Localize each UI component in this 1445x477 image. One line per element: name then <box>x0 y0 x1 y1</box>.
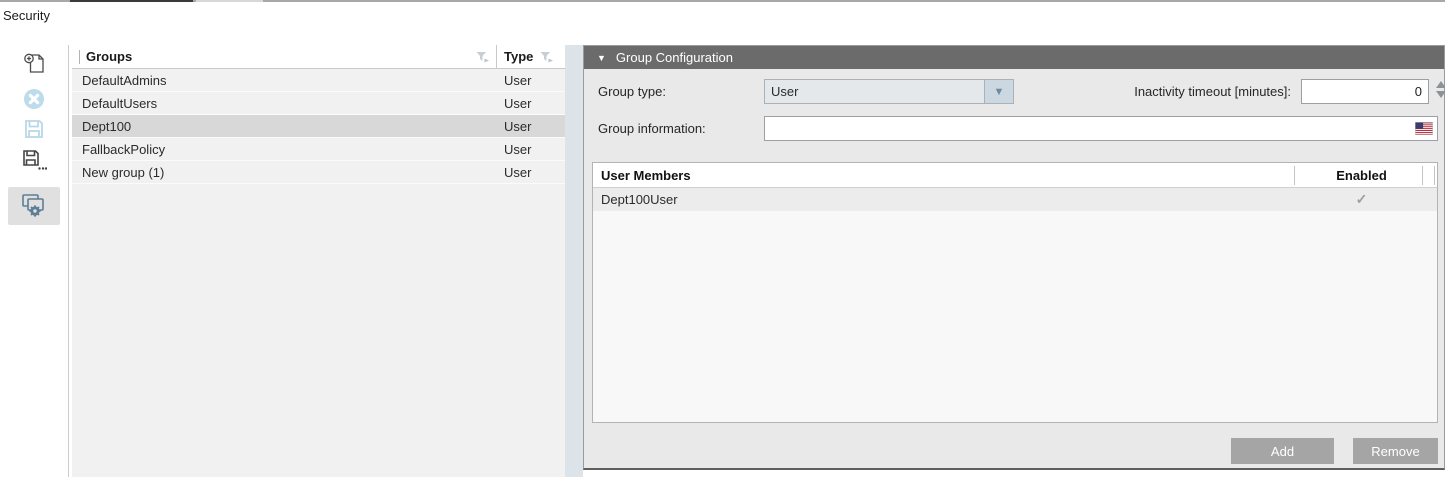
user-members-header: User Members Enabled <box>593 163 1437 188</box>
member-rows: Dept100User ✓ <box>593 188 1437 211</box>
filter-funnel-icon[interactable] <box>540 51 554 67</box>
table-row[interactable]: DefaultUsers User <box>72 92 565 115</box>
group-type: User <box>504 119 531 134</box>
inactivity-timeout-label: Inactivity timeout [minutes]: <box>1034 84 1291 99</box>
save-as-icon <box>22 149 47 176</box>
delete-group-button[interactable] <box>14 85 54 115</box>
column-resize-handle[interactable] <box>79 50 80 64</box>
filter-funnel-icon[interactable] <box>476 51 490 67</box>
user-group-settings-button[interactable] <box>8 187 60 225</box>
save-button[interactable] <box>14 115 54 145</box>
member-name: Dept100User <box>601 192 678 207</box>
enabled-column-header: Enabled <box>1301 168 1422 183</box>
us-flag-icon <box>1415 122 1433 138</box>
top-divider-light-segment <box>196 0 263 2</box>
table-row[interactable]: FallbackPolicy User <box>72 138 565 161</box>
enabled-checkbox[interactable]: ✓ <box>1301 191 1422 208</box>
delete-icon <box>23 88 45 113</box>
table-row[interactable]: DefaultAdmins User <box>72 69 565 92</box>
column-divider <box>496 45 497 69</box>
add-button[interactable]: Add <box>1231 438 1334 464</box>
new-group-button[interactable] <box>14 50 54 80</box>
panel-splitter[interactable] <box>565 45 583 477</box>
group-type: User <box>504 96 531 111</box>
chevron-down-icon: ▼ <box>994 86 1005 98</box>
group-name: New group (1) <box>82 165 164 180</box>
group-type: User <box>504 142 531 157</box>
group-type-value: User <box>765 84 984 99</box>
column-divider <box>1434 166 1435 185</box>
spinner-down-icon[interactable] <box>1436 91 1445 98</box>
page-title: Security <box>3 8 50 23</box>
group-name: Dept100 <box>82 119 131 134</box>
type-column-header: Type <box>504 49 533 64</box>
group-configuration-panel: ▼ Group Configuration Group type: User ▼… <box>583 45 1445 470</box>
groups-table: Groups Type DefaultAdmins User DefaultUs… <box>72 45 565 477</box>
group-name: DefaultUsers <box>82 96 157 111</box>
save-as-button[interactable] <box>14 147 54 177</box>
collapse-triangle-icon[interactable]: ▼ <box>597 53 606 63</box>
dropdown-arrow-button[interactable]: ▼ <box>984 80 1013 103</box>
new-item-icon <box>23 52 46 78</box>
group-configuration-header[interactable]: ▼ Group Configuration <box>584 46 1444 69</box>
user-group-settings-icon <box>20 192 48 221</box>
group-information-input[interactable] <box>764 116 1438 141</box>
toolbar-sidebar <box>0 45 69 477</box>
groups-rows: DefaultAdmins User DefaultUsers User Dep… <box>72 69 565 184</box>
group-type-label: Group type: <box>598 84 666 99</box>
inactivity-timeout-input[interactable] <box>1301 79 1429 104</box>
group-type: User <box>504 73 531 88</box>
group-type: User <box>504 165 531 180</box>
groups-table-header: Groups Type <box>72 45 565 69</box>
group-name: FallbackPolicy <box>82 142 165 157</box>
table-row[interactable]: Dept100 User <box>72 115 565 138</box>
group-name: DefaultAdmins <box>82 73 167 88</box>
table-row[interactable]: New group (1) User <box>72 161 565 184</box>
group-type-dropdown[interactable]: User ▼ <box>764 79 1014 104</box>
user-members-column-header: User Members <box>601 168 691 183</box>
panel-title: Group Configuration <box>616 50 733 65</box>
group-information-field <box>764 116 1438 141</box>
column-divider <box>1294 166 1295 185</box>
remove-button[interactable]: Remove <box>1353 438 1438 464</box>
spinner-up-icon[interactable] <box>1436 81 1445 88</box>
groups-column-header: Groups <box>86 49 132 64</box>
save-icon <box>23 118 45 143</box>
column-divider <box>1422 166 1423 185</box>
number-spinner[interactable] <box>1435 81 1445 103</box>
table-row[interactable]: Dept100User ✓ <box>593 188 1437 211</box>
group-information-label: Group information: <box>598 121 706 136</box>
user-members-table: User Members Enabled Dept100User ✓ <box>592 162 1438 423</box>
top-divider-active-segment <box>70 0 193 2</box>
